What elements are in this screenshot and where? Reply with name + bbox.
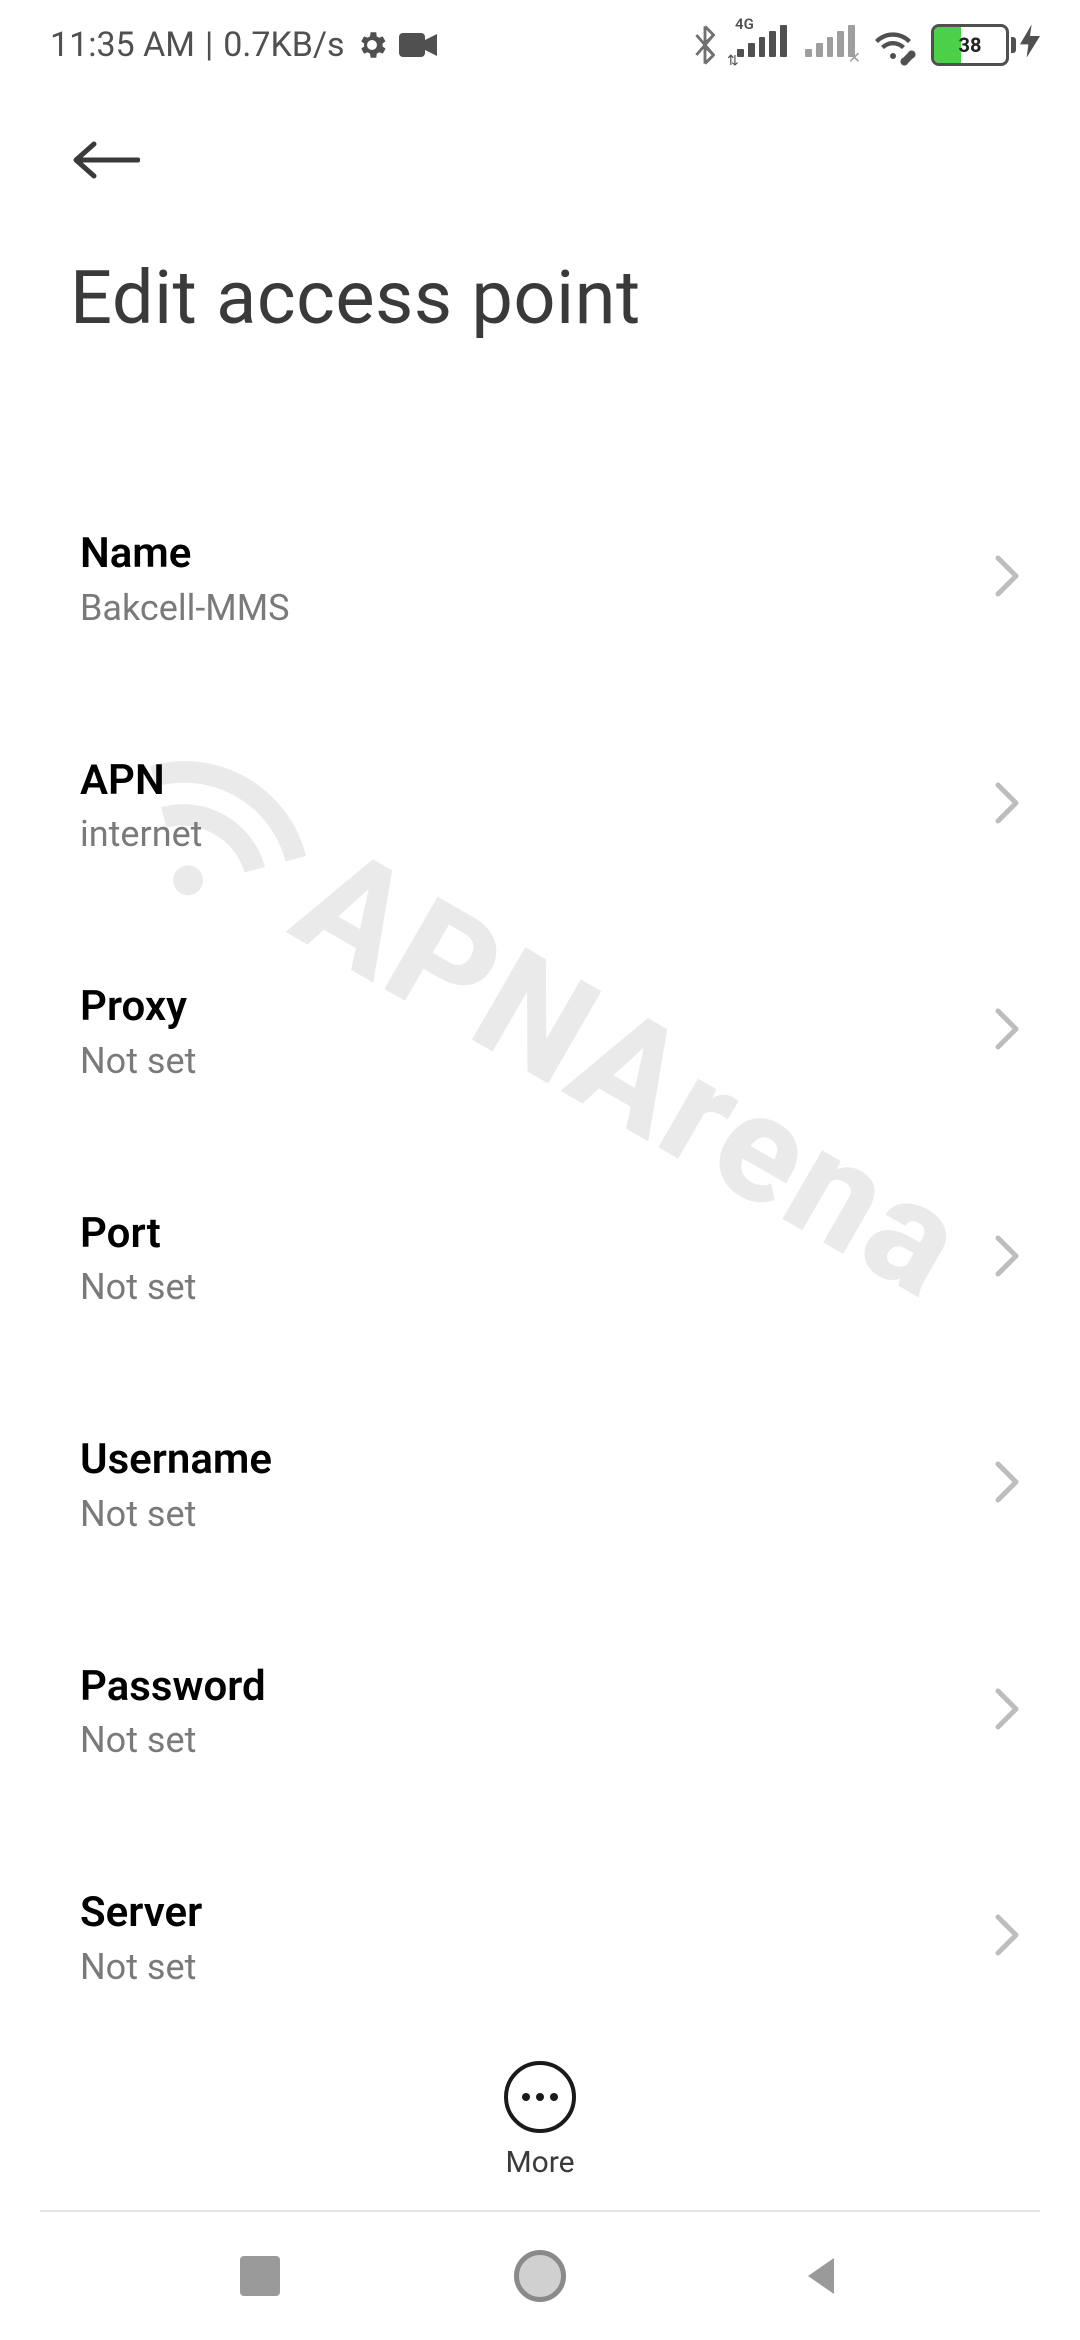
nav-recents-button[interactable] bbox=[230, 2246, 290, 2306]
square-icon bbox=[240, 2256, 280, 2296]
apn-field-server[interactable]: Server Not set bbox=[0, 1839, 1080, 2030]
status-time: 11:35 AM bbox=[50, 25, 195, 65]
apn-field-port[interactable]: Port Not set bbox=[0, 1160, 1080, 1357]
field-value: Not set bbox=[80, 1266, 974, 1308]
chevron-right-icon bbox=[994, 1460, 1020, 1508]
chevron-right-icon bbox=[994, 1913, 1020, 1961]
field-label: Proxy bbox=[80, 981, 974, 1034]
field-value: Not set bbox=[80, 1946, 974, 1988]
field-value: internet bbox=[80, 813, 974, 855]
charging-bolt-icon bbox=[1020, 24, 1040, 66]
more-label: More bbox=[505, 2145, 574, 2180]
no-sim-x-icon: ✕ bbox=[848, 48, 861, 67]
more-icon bbox=[504, 2061, 576, 2133]
field-value: Bakcell-MMS bbox=[80, 587, 974, 629]
field-label: Port bbox=[80, 1208, 974, 1261]
chevron-right-icon bbox=[994, 554, 1020, 602]
arrow-left-icon bbox=[70, 138, 140, 182]
camera-icon bbox=[399, 31, 437, 59]
status-net-speed: 0.7KB/s bbox=[223, 25, 344, 65]
bottom-action-bar: More bbox=[0, 2030, 1080, 2210]
status-bar: 11:35 AM | 0.7KB/s 4G ⇅ ✕ bbox=[0, 0, 1080, 90]
field-value: Not set bbox=[80, 1040, 974, 1082]
nav-home-button[interactable] bbox=[510, 2246, 570, 2306]
apn-field-proxy[interactable]: Proxy Not set bbox=[0, 933, 1080, 1130]
list-item-text: Username Not set bbox=[80, 1434, 974, 1535]
nav-back-button[interactable] bbox=[790, 2246, 850, 2306]
field-value: Not set bbox=[80, 1719, 974, 1761]
field-label: Server bbox=[80, 1887, 974, 1940]
list-item-text: Name Bakcell-MMS bbox=[80, 528, 974, 629]
system-nav-bar bbox=[0, 2212, 1080, 2340]
field-label: Username bbox=[80, 1434, 974, 1487]
gear-icon bbox=[355, 28, 389, 62]
list-item-text: Port Not set bbox=[80, 1208, 974, 1309]
back-button[interactable] bbox=[70, 138, 140, 182]
status-separator: | bbox=[205, 25, 213, 65]
data-arrows-icon: ⇅ bbox=[727, 53, 739, 69]
apn-field-username[interactable]: Username Not set bbox=[0, 1386, 1080, 1583]
battery-percent: 38 bbox=[934, 27, 1006, 63]
list-item-text: Proxy Not set bbox=[80, 981, 974, 1082]
apn-field-password[interactable]: Password Not set bbox=[0, 1613, 1080, 1810]
status-right-cluster: 4G ⇅ ✕ 38 bbox=[691, 24, 1040, 66]
battery-indicator: 38 bbox=[931, 24, 1040, 66]
cellular-signal-sim1: 4G ⇅ bbox=[737, 25, 787, 65]
more-button[interactable]: More bbox=[504, 2061, 576, 2180]
status-left-cluster: 11:35 AM | 0.7KB/s bbox=[50, 25, 437, 65]
chevron-right-icon bbox=[994, 1687, 1020, 1735]
page-title: Edit access point bbox=[70, 255, 1040, 342]
field-label: APN bbox=[80, 755, 974, 808]
apn-settings-list[interactable]: NameBakcell-MMSAPNinternetProxyNot setPo… bbox=[0, 480, 1080, 2030]
cellular-4g-label: 4G bbox=[735, 15, 754, 33]
triangle-left-icon bbox=[800, 2254, 840, 2298]
cellular-signal-sim2: ✕ bbox=[805, 25, 855, 65]
field-value: Not set bbox=[80, 1493, 974, 1535]
field-label: Password bbox=[80, 1661, 974, 1714]
list-item-text: Server Not set bbox=[80, 1887, 974, 1988]
chevron-right-icon bbox=[994, 1007, 1020, 1055]
wifi-link-badge-icon bbox=[899, 49, 917, 67]
chevron-right-icon bbox=[994, 781, 1020, 829]
list-item-text: APN internet bbox=[80, 755, 974, 856]
bluetooth-icon bbox=[691, 25, 719, 65]
apn-field-apn[interactable]: APN internet bbox=[0, 707, 1080, 904]
circle-icon bbox=[514, 2250, 566, 2302]
wifi-icon bbox=[873, 27, 913, 63]
app-header: Edit access point bbox=[0, 105, 1080, 342]
field-label: Name bbox=[80, 528, 974, 581]
apn-field-name[interactable]: Name Bakcell-MMS bbox=[0, 480, 1080, 677]
list-item-text: Password Not set bbox=[80, 1661, 974, 1762]
chevron-right-icon bbox=[994, 1234, 1020, 1282]
